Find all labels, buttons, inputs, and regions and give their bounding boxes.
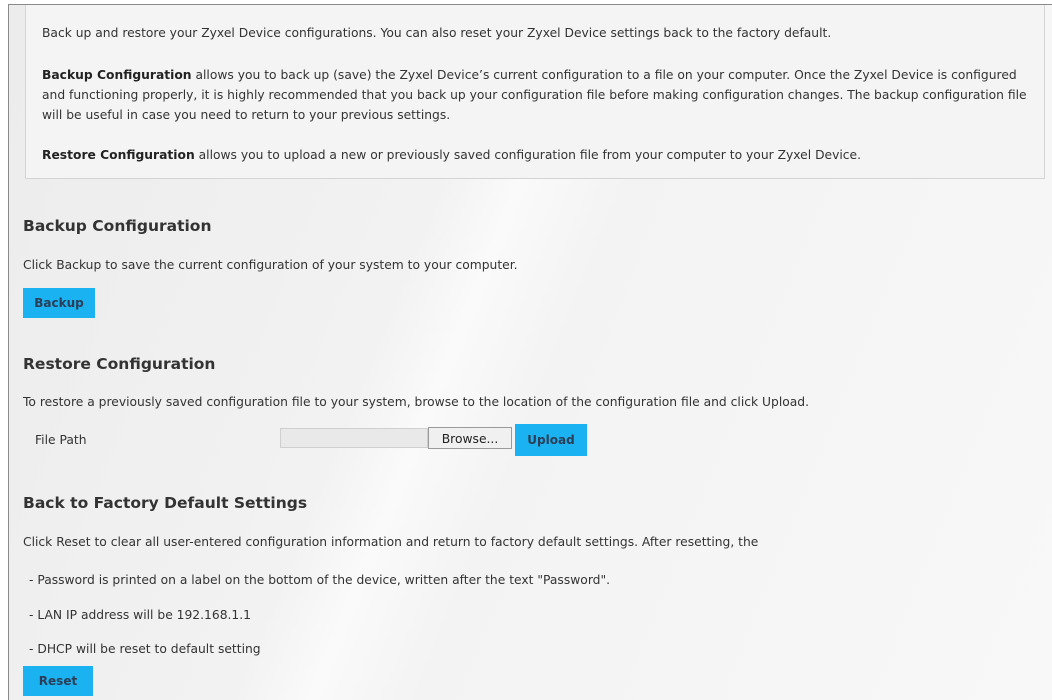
backup-intro-heading: Backup Configuration <box>42 68 192 82</box>
reset-button[interactable]: Reset <box>23 666 93 696</box>
intro-text: Back up and restore your Zyxel Device co… <box>42 26 832 40</box>
factory-item-lan-ip: - LAN IP address will be 192.168.1.1 <box>29 608 251 622</box>
factory-description: Click Reset to clear all user-entered co… <box>23 535 759 549</box>
restore-intro-body: allows you to upload a new or previously… <box>194 148 862 162</box>
factory-section-title: Back to Factory Default Settings <box>23 494 308 512</box>
restore-intro-heading: Restore Configuration <box>42 148 195 162</box>
restore-intro-text: Restore Configuration allows you to uplo… <box>42 145 1032 165</box>
factory-item-password: - Password is printed on a label on the … <box>29 573 611 587</box>
intro-box: Back up and restore your Zyxel Device co… <box>25 5 1045 179</box>
backup-restore-panel: Back up and restore your Zyxel Device co… <box>8 4 1052 700</box>
browse-button[interactable]: Browse... <box>428 427 512 449</box>
restore-description: To restore a previously saved configurat… <box>23 395 810 409</box>
backup-section-title: Backup Configuration <box>23 217 212 235</box>
backup-intro-text: Backup Configuration allows you to back … <box>42 65 1032 125</box>
factory-item-dhcp: - DHCP will be reset to default setting <box>29 642 261 656</box>
file-path-label: File Path <box>35 433 87 447</box>
restore-section-title: Restore Configuration <box>23 355 216 373</box>
backup-button[interactable]: Backup <box>23 288 95 318</box>
upload-button[interactable]: Upload <box>515 424 587 456</box>
file-path-input[interactable] <box>280 428 428 448</box>
backup-description: Click Backup to save the current configu… <box>23 258 518 272</box>
